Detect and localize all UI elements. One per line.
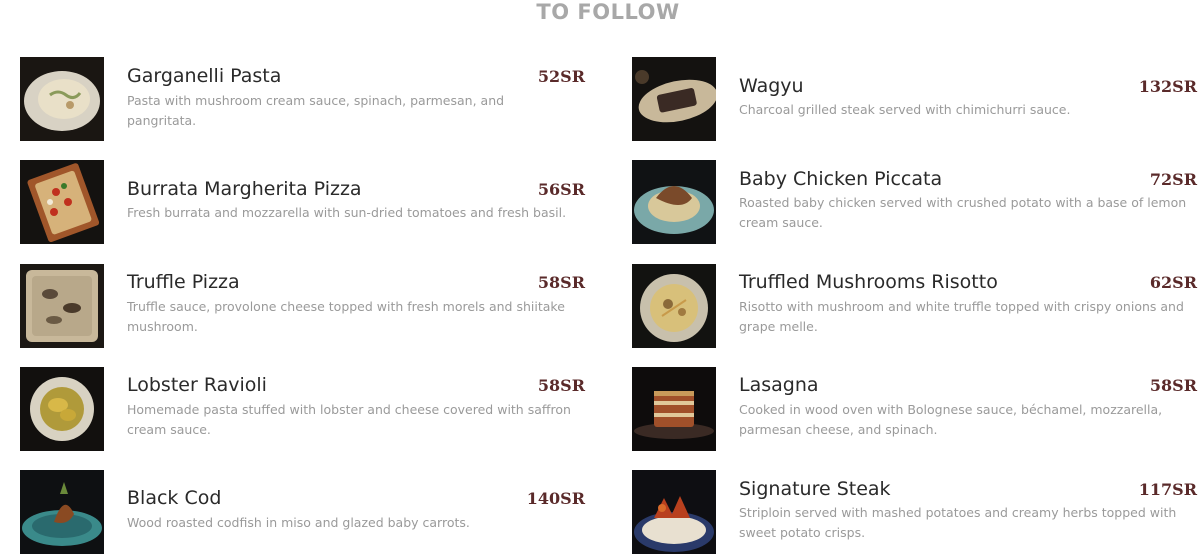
item-price: 52SR [537, 67, 585, 86]
item-name: Lobster Ravioli [127, 374, 267, 396]
item-description: Cooked in wood oven with Bolognese sauce… [739, 402, 1163, 437]
item-name: Signature Steak [739, 478, 891, 500]
item-description: Roasted baby chicken served with crushed… [739, 195, 1187, 230]
menu-item-lasagna[interactable]: Lasagna 58SR Cooked in wood oven with Bo… [632, 367, 1197, 451]
dish-image-truffle-pizza [20, 264, 104, 348]
item-price: 56SR [537, 180, 585, 199]
menu-item-lobster-ravioli[interactable]: Lobster Ravioli 58SR Homemade pasta stuf… [20, 367, 585, 451]
item-price: 58SR [537, 376, 585, 395]
item-description: Homemade pasta stuffed with lobster and … [127, 402, 571, 437]
item-price: 117SR [1138, 480, 1197, 499]
item-price: 132SR [1138, 77, 1197, 96]
dish-image-truffled-mushrooms-risotto [632, 264, 716, 348]
menu-item-truffled-mushrooms-risotto[interactable]: Truffled Mushrooms Risotto 62SR Risotto … [632, 264, 1197, 348]
item-name: Truffled Mushrooms Risotto [739, 271, 998, 293]
item-name: Baby Chicken Piccata [739, 168, 943, 190]
menu-item-baby-chicken-piccata[interactable]: Baby Chicken Piccata 72SR Roasted baby c… [632, 160, 1197, 244]
item-description: Charcoal grilled steak served with chimi… [739, 102, 1071, 117]
item-price: 58SR [1149, 376, 1197, 395]
dish-image-burrata-margherita-pizza [20, 160, 104, 244]
dish-image-garganelli-pasta [20, 57, 104, 141]
menu-item-burrata-margherita-pizza[interactable]: Burrata Margherita Pizza 56SR Fresh burr… [20, 160, 585, 244]
section-title: TO FOLLOW [536, 0, 680, 24]
item-description: Fresh burrata and mozzarella with sun-dr… [127, 205, 567, 220]
menu-item-truffle-pizza[interactable]: Truffle Pizza 58SR Truffle sauce, provol… [20, 264, 585, 348]
item-price: 140SR [526, 489, 585, 508]
item-name: Black Cod [127, 487, 222, 509]
menu-item-black-cod[interactable]: Black Cod 140SR Wood roasted codfish in … [20, 470, 585, 554]
item-description: Risotto with mushroom and white truffle … [739, 299, 1184, 334]
item-description: Striploin served with mashed potatoes an… [739, 505, 1177, 540]
item-name: Truffle Pizza [127, 271, 240, 293]
item-name: Wagyu [739, 75, 804, 97]
item-name: Garganelli Pasta [127, 65, 282, 87]
dish-image-signature-steak [632, 470, 716, 554]
item-price: 58SR [537, 273, 585, 292]
item-description: Wood roasted codfish in miso and glazed … [127, 515, 470, 530]
item-name: Lasagna [739, 374, 819, 396]
dish-image-lasagna [632, 367, 716, 451]
menu-item-garganelli-pasta[interactable]: Garganelli Pasta 52SR Pasta with mushroo… [20, 57, 585, 141]
dish-image-lobster-ravioli [20, 367, 104, 451]
menu-item-wagyu[interactable]: Wagyu 132SR Charcoal grilled steak serve… [632, 57, 1197, 141]
item-price: 72SR [1149, 170, 1197, 189]
dish-image-baby-chicken-piccata [632, 160, 716, 244]
item-description: Pasta with mushroom cream sauce, spinach… [127, 93, 505, 128]
item-description: Truffle sauce, provolone cheese topped w… [127, 299, 565, 334]
dish-image-wagyu [632, 57, 716, 141]
item-name: Burrata Margherita Pizza [127, 178, 362, 200]
dish-image-black-cod [20, 470, 104, 554]
item-price: 62SR [1149, 273, 1197, 292]
menu-item-signature-steak[interactable]: Signature Steak 117SR Striploin served w… [632, 470, 1197, 554]
